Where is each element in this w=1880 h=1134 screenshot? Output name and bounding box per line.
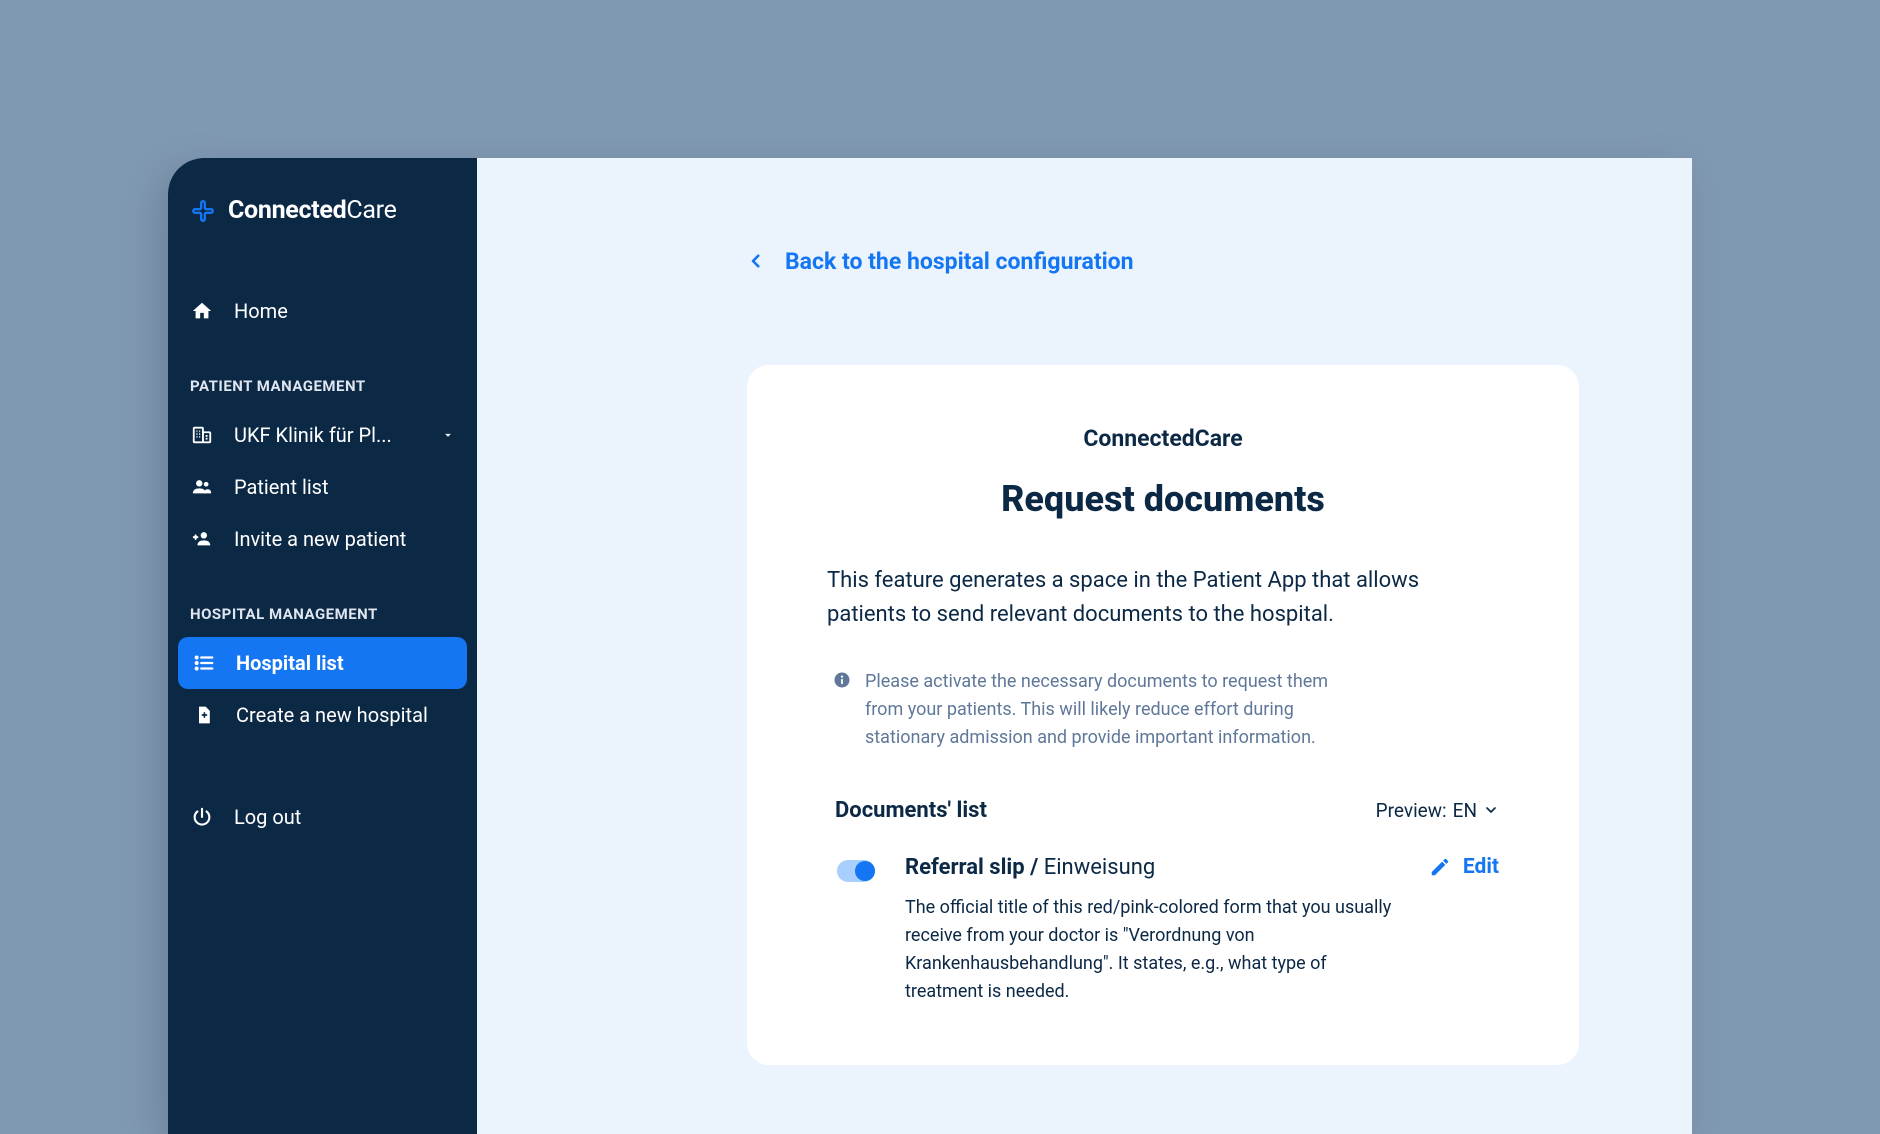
edit-document-button[interactable]: Edit (1429, 855, 1499, 879)
info-banner: Please activate the necessary documents … (827, 668, 1499, 752)
pencil-icon (1429, 856, 1451, 878)
info-text: Please activate the necessary documents … (865, 668, 1365, 752)
home-icon (190, 299, 214, 323)
caret-down-icon (441, 428, 455, 442)
main-content: Back to the hospital configuration Conne… (477, 158, 1692, 1134)
sidebar-item-label: Hospital list (236, 651, 453, 675)
documents-list-title: Documents' list (835, 798, 987, 823)
sidebar-section-patient-mgmt: PATIENT MANAGEMENT (168, 377, 477, 409)
sidebar-section-hospital-mgmt: HOSPITAL MANAGEMENT (168, 605, 477, 637)
app-window: ConnectedCare Home PATIENT MANAGEMENT (168, 158, 1692, 1134)
sidebar-item-label: Create a new hospital (236, 703, 453, 727)
preview-language-value: EN (1453, 799, 1477, 822)
chevron-left-icon (747, 252, 767, 272)
sidebar-item-hospital-list[interactable]: Hospital list (178, 637, 467, 689)
new-file-icon (192, 703, 216, 727)
preview-label: Preview: (1376, 799, 1447, 822)
page-title: Request documents (827, 478, 1499, 520)
chevron-down-icon (1483, 802, 1499, 818)
sidebar-item-home[interactable]: Home (168, 285, 477, 337)
document-description: The official title of this red/pink-colo… (905, 894, 1395, 1006)
documents-list-header: Documents' list Preview: EN (827, 798, 1499, 823)
sidebar-item-label: UKF Klinik für Pl... (234, 423, 421, 447)
logo-text: ConnectedCare (228, 196, 397, 225)
sidebar-item-create-hospital[interactable]: Create a new hospital (178, 689, 467, 741)
power-icon (190, 805, 214, 829)
logo: ConnectedCare (168, 196, 477, 285)
people-icon (190, 475, 214, 499)
sidebar-item-clinic-selector[interactable]: UKF Klinik für Pl... (168, 409, 477, 461)
sidebar-item-label: Patient list (234, 475, 455, 499)
feature-card: ConnectedCare Request documents This fea… (747, 365, 1579, 1065)
sidebar-item-patient-list[interactable]: Patient list (168, 461, 477, 513)
sidebar-item-label: Invite a new patient (234, 527, 455, 551)
sidebar: ConnectedCare Home PATIENT MANAGEMENT (168, 158, 477, 1134)
sidebar-item-logout[interactable]: Log out (168, 791, 477, 843)
back-link-label: Back to the hospital configuration (785, 248, 1134, 275)
list-icon (192, 651, 216, 675)
document-toggle[interactable] (837, 860, 875, 882)
edit-label: Edit (1463, 855, 1499, 879)
building-icon (190, 423, 214, 447)
add-person-icon (190, 527, 214, 551)
sidebar-item-label: Log out (234, 805, 455, 829)
feature-description: This feature generates a space in the Pa… (827, 564, 1499, 632)
logo-icon (190, 198, 216, 224)
document-title: Referral slip / Einweisung (905, 855, 1155, 880)
sidebar-item-label: Home (234, 299, 455, 323)
card-brand: ConnectedCare (827, 425, 1499, 452)
sidebar-item-invite-patient[interactable]: Invite a new patient (168, 513, 477, 565)
info-icon (833, 671, 851, 689)
back-link[interactable]: Back to the hospital configuration (747, 248, 1692, 275)
document-item: Referral slip / Einweisung Edit (827, 855, 1499, 1006)
preview-language-selector[interactable]: Preview: EN (1376, 799, 1499, 822)
